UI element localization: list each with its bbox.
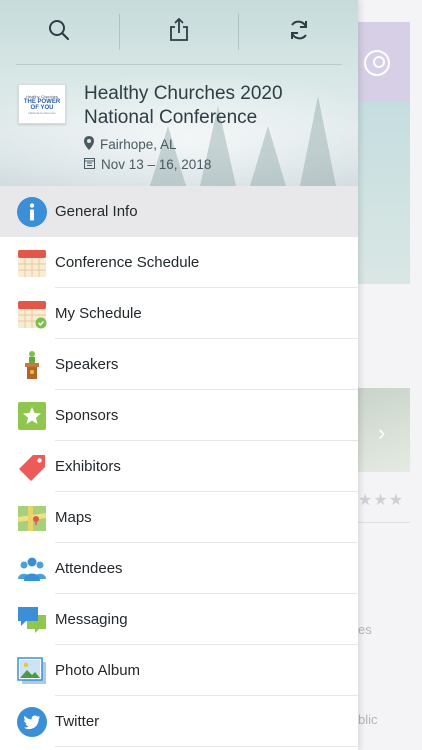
location-pin-icon xyxy=(84,136,100,153)
menu-item-messaging[interactable]: Messaging xyxy=(0,594,358,645)
search-icon xyxy=(48,19,70,46)
event-dates: Nov 13 – 16, 2018 xyxy=(84,157,283,172)
share-button[interactable] xyxy=(120,0,239,64)
share-icon xyxy=(169,17,189,47)
rating-stars: ★★★ xyxy=(358,492,405,509)
menu-item-conference-schedule[interactable]: Conference Schedule xyxy=(0,237,358,288)
background-text: blic xyxy=(358,712,378,727)
chevron-right-icon[interactable]: › xyxy=(378,420,385,446)
tag-icon xyxy=(16,451,48,483)
background-header-card xyxy=(358,22,410,284)
calendar-icon xyxy=(16,247,48,279)
event-location: Fairhope, AL xyxy=(84,136,283,153)
calendar-check-icon xyxy=(16,298,48,330)
menu-item-exhibitors[interactable]: Exhibitors xyxy=(0,441,358,492)
menu-item-photo-album[interactable]: Photo Album xyxy=(0,645,358,696)
background-screen: › ★★★ es blic xyxy=(358,0,422,750)
map-icon xyxy=(16,502,48,534)
refresh-button[interactable] xyxy=(239,0,358,64)
photo-icon xyxy=(16,655,48,687)
background-carousel[interactable]: › xyxy=(358,388,410,472)
twitter-icon xyxy=(16,706,48,738)
refresh-icon xyxy=(288,19,310,46)
menu-item-sponsors[interactable]: Sponsors xyxy=(0,390,358,441)
drawer-header: Healthy Churches THE POWER OF YOU Nation… xyxy=(0,0,358,186)
event-title: Healthy Churches 2020 National Conferenc… xyxy=(84,83,283,128)
podium-icon xyxy=(16,349,48,381)
menu-item-my-schedule[interactable]: My Schedule xyxy=(0,288,358,339)
menu-item-attendees[interactable]: Attendees xyxy=(0,543,358,594)
chat-icon xyxy=(16,604,48,636)
background-text: es xyxy=(358,622,372,637)
drawer-menu: General Info Conference Schedule My Sche… xyxy=(0,186,358,747)
divider xyxy=(358,522,410,523)
menu-item-maps[interactable]: Maps xyxy=(0,492,358,543)
profile-icon[interactable] xyxy=(364,50,390,76)
calendar-small-icon xyxy=(84,157,101,172)
search-button[interactable] xyxy=(0,0,119,64)
drawer-toolbar xyxy=(0,0,358,64)
menu-item-general-info[interactable]: General Info xyxy=(0,186,358,237)
event-summary: Healthy Churches THE POWER OF YOU Nation… xyxy=(18,82,348,172)
people-icon xyxy=(16,553,48,585)
event-logo: Healthy Churches THE POWER OF YOU Nation… xyxy=(18,84,66,124)
info-icon xyxy=(16,196,48,228)
star-badge-icon xyxy=(16,400,48,432)
menu-item-twitter[interactable]: Twitter xyxy=(0,696,358,747)
navigation-drawer: Healthy Churches THE POWER OF YOU Nation… xyxy=(0,0,358,750)
menu-item-speakers[interactable]: Speakers xyxy=(0,339,358,390)
